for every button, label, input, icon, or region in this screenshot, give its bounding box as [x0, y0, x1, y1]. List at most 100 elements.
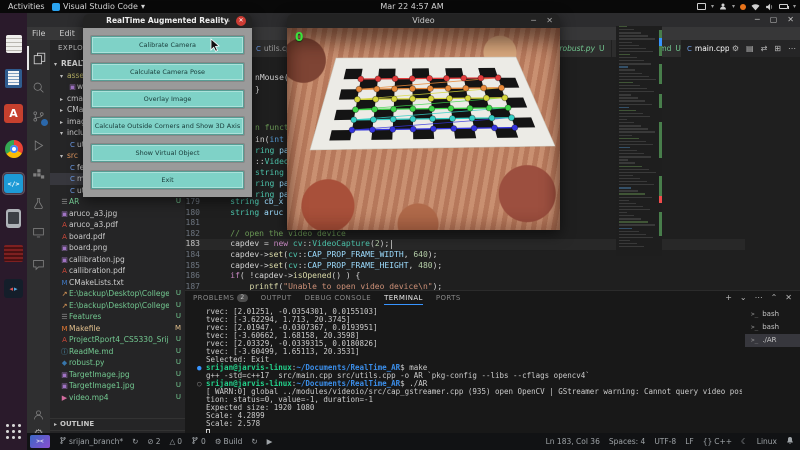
- terminal-instance-bash[interactable]: >_ bash: [745, 308, 800, 321]
- launch[interactable]: ▶: [267, 437, 273, 446]
- video-title-bar[interactable]: Video ─ ✕: [287, 14, 560, 28]
- user-icon: [719, 3, 726, 10]
- tree-item-video.mp4[interactable]: ▶ video.mp4 U: [50, 392, 185, 404]
- text-editor-app-icon[interactable]: [3, 33, 24, 54]
- transfer-app-icon[interactable]: ◂ ▸: [3, 278, 24, 299]
- menu-edit[interactable]: Edit: [59, 27, 75, 40]
- ar-button-calculate-camera-pose[interactable]: Calculate Camera Pose: [91, 63, 244, 81]
- compare-icon[interactable]: ⇄: [761, 44, 768, 53]
- language-mode[interactable]: {} C++: [703, 437, 732, 446]
- terminal-instance-bash[interactable]: >_ bash: [745, 321, 800, 334]
- eol[interactable]: LF: [685, 437, 694, 446]
- tree-item-ar[interactable]: ☰AR U: [50, 196, 185, 208]
- clock[interactable]: Mar 22 4:57 AM: [352, 0, 472, 13]
- tree-item-makefile[interactable]: MMakefile M: [50, 323, 185, 335]
- run-debug-icon[interactable]: [27, 133, 50, 157]
- sync-changes[interactable]: ↻: [132, 437, 138, 446]
- ar-button-overlay-image[interactable]: Overlay Image: [91, 90, 244, 108]
- split-editor-icon[interactable]: ⊞: [774, 44, 781, 53]
- notifications[interactable]: [786, 436, 794, 447]
- do-not-disturb[interactable]: ☾: [741, 437, 748, 446]
- errors[interactable]: ⊘ 2: [147, 437, 160, 446]
- close-icon[interactable]: ✕: [236, 16, 246, 26]
- writer-app-icon[interactable]: [3, 68, 24, 89]
- extensions-icon[interactable]: [27, 162, 50, 186]
- terminal-dropdown-icon[interactable]: ⌄: [740, 291, 747, 305]
- tree-item-targetimage1.jpg[interactable]: ▣TargetImage1.jpg U: [50, 380, 185, 392]
- tree-item-features[interactable]: ☰Features U: [50, 311, 185, 323]
- tree-item-cmakelists.txt[interactable]: MCMakeLists.txt: [50, 277, 185, 289]
- tree-item-callibration.pdf[interactable]: Acallibration.pdf: [50, 265, 185, 277]
- tree-item-e-backup-desktop-college-n...[interactable]: ↗E:\backup\Desktop\College\N...U: [50, 300, 185, 312]
- terminal-instance-ar[interactable]: >_ ./AR: [745, 334, 800, 347]
- ar-button-calibrate-camera[interactable]: Calibrate Camera: [91, 36, 244, 54]
- preview-icon[interactable]: ▤: [746, 44, 754, 53]
- ar-button-show-virtual-object[interactable]: Show Virtual Object: [91, 144, 244, 162]
- more-actions-icon[interactable]: ⋯: [788, 44, 796, 53]
- tree-item-board.png[interactable]: ▣board.png: [50, 242, 185, 254]
- testing-icon[interactable]: [27, 191, 50, 215]
- software-a-app-icon[interactable]: A: [3, 103, 24, 124]
- chrome-app-icon[interactable]: [3, 138, 24, 159]
- cursor-position[interactable]: Ln 183, Col 36: [546, 437, 600, 446]
- tree-item-targetimage.jpg[interactable]: ▣TargetImage.jpg U: [50, 369, 185, 381]
- panel-tab-terminal[interactable]: TERMINAL: [384, 291, 423, 305]
- menu-file[interactable]: File: [32, 27, 45, 40]
- outline-section[interactable]: ▸ OUTLINE: [50, 418, 185, 429]
- focused-app-menu[interactable]: Visual Studio Code ▾: [52, 0, 145, 13]
- minimize-icon[interactable]: –: [226, 14, 230, 27]
- ar-window-title-bar[interactable]: RealTime Augmented Reality – ✕: [83, 14, 252, 28]
- cmake-build[interactable]: ⚙ Build: [215, 437, 243, 446]
- more-actions-icon[interactable]: ⋯: [755, 291, 763, 305]
- show-applications-icon[interactable]: [3, 421, 24, 442]
- panel-tab-problems[interactable]: PROBLEMS 2: [193, 291, 248, 305]
- maximize-panel-icon[interactable]: ⌃: [771, 291, 778, 305]
- tree-item-callibration.jpg[interactable]: ▣callibration.jpg: [50, 254, 185, 266]
- tree-item-board.pdf[interactable]: Aboard.pdf: [50, 231, 185, 243]
- panel-tab-output[interactable]: OUTPUT: [261, 291, 292, 305]
- remote-explorer-icon[interactable]: [27, 220, 50, 244]
- minimap[interactable]: [616, 26, 662, 256]
- ar-button-exit[interactable]: Exit: [91, 171, 244, 189]
- tree-item-robust.py[interactable]: ◆ robust.py U: [50, 357, 185, 369]
- phone-app-icon[interactable]: [3, 208, 24, 229]
- source-control-icon[interactable]: [27, 104, 50, 128]
- vscode-app-icon[interactable]: </>: [2, 172, 25, 195]
- indentation[interactable]: Spaces: 4: [609, 437, 645, 446]
- ar-button-calculate-outside-corners-and-show-3d-axis[interactable]: Calculate Outside Corners and Show 3D Ax…: [91, 117, 244, 135]
- encoding[interactable]: UTF-8: [654, 437, 676, 446]
- maximize-icon[interactable]: ▢: [770, 13, 778, 27]
- close-panel-icon[interactable]: ✕: [785, 291, 792, 305]
- new-terminal-icon[interactable]: +: [725, 291, 732, 305]
- tree-item-readme.md[interactable]: ⓘReadMe.md U: [50, 346, 185, 358]
- minimize-icon[interactable]: ─: [755, 13, 760, 27]
- tree-item-e-backup-desktop-college-n...[interactable]: ↗E:\backup\Desktop\College\N...U: [50, 288, 185, 300]
- git-branch[interactable]: srijan_branch*: [59, 436, 123, 447]
- panel-tabs: PROBLEMS 2 OUTPUT DEBUG CONSOLE TERMINAL PORT…: [193, 291, 461, 305]
- search-icon[interactable]: [27, 75, 50, 99]
- play-icon: ▶: [266, 437, 273, 446]
- terminal-output[interactable]: rvec: [2.01251, -0.0354301, 0.0155103] tv…: [197, 308, 742, 434]
- close-icon[interactable]: ✕: [787, 13, 794, 27]
- panel-tab-debug-console[interactable]: DEBUG CONSOLE: [305, 291, 372, 305]
- explorer-icon[interactable]: [27, 46, 50, 70]
- panel-tab-ports[interactable]: PORTS: [436, 291, 461, 305]
- system-tray[interactable]: ▾ ▾ ▾: [696, 0, 796, 13]
- media-app-icon[interactable]: [3, 243, 24, 264]
- close-icon[interactable]: ✕: [546, 14, 553, 28]
- warnings[interactable]: △ 0: [169, 437, 182, 446]
- comments-icon[interactable]: [27, 252, 50, 276]
- tab-main.cpp[interactable]: Cmain.cpp: [682, 40, 730, 57]
- minimize-icon[interactable]: ─: [531, 14, 536, 27]
- tree-item-aruco-a3.jpg[interactable]: ▣aruco_a3.jpg: [50, 208, 185, 220]
- fork-count[interactable]: 0: [191, 436, 206, 447]
- remote-indicator[interactable]: ><: [30, 435, 50, 448]
- panel-actions[interactable]: + ⌄ ⋯ ⌃ ✕: [725, 291, 792, 305]
- os-label[interactable]: Linux: [757, 437, 777, 446]
- settings-icon[interactable]: ⚙: [732, 44, 739, 53]
- tree-item-aruco-a3.pdf[interactable]: Aaruco_a3.pdf: [50, 219, 185, 231]
- refresh[interactable]: ↻: [251, 437, 257, 446]
- activities-button[interactable]: Activities: [8, 0, 45, 13]
- window-controls[interactable]: ─ ▢ ✕: [755, 13, 794, 27]
- tree-item-projectrport4-cs5330-srijan...[interactable]: AProjectRport4_CS5330_Srijan...U: [50, 334, 185, 346]
